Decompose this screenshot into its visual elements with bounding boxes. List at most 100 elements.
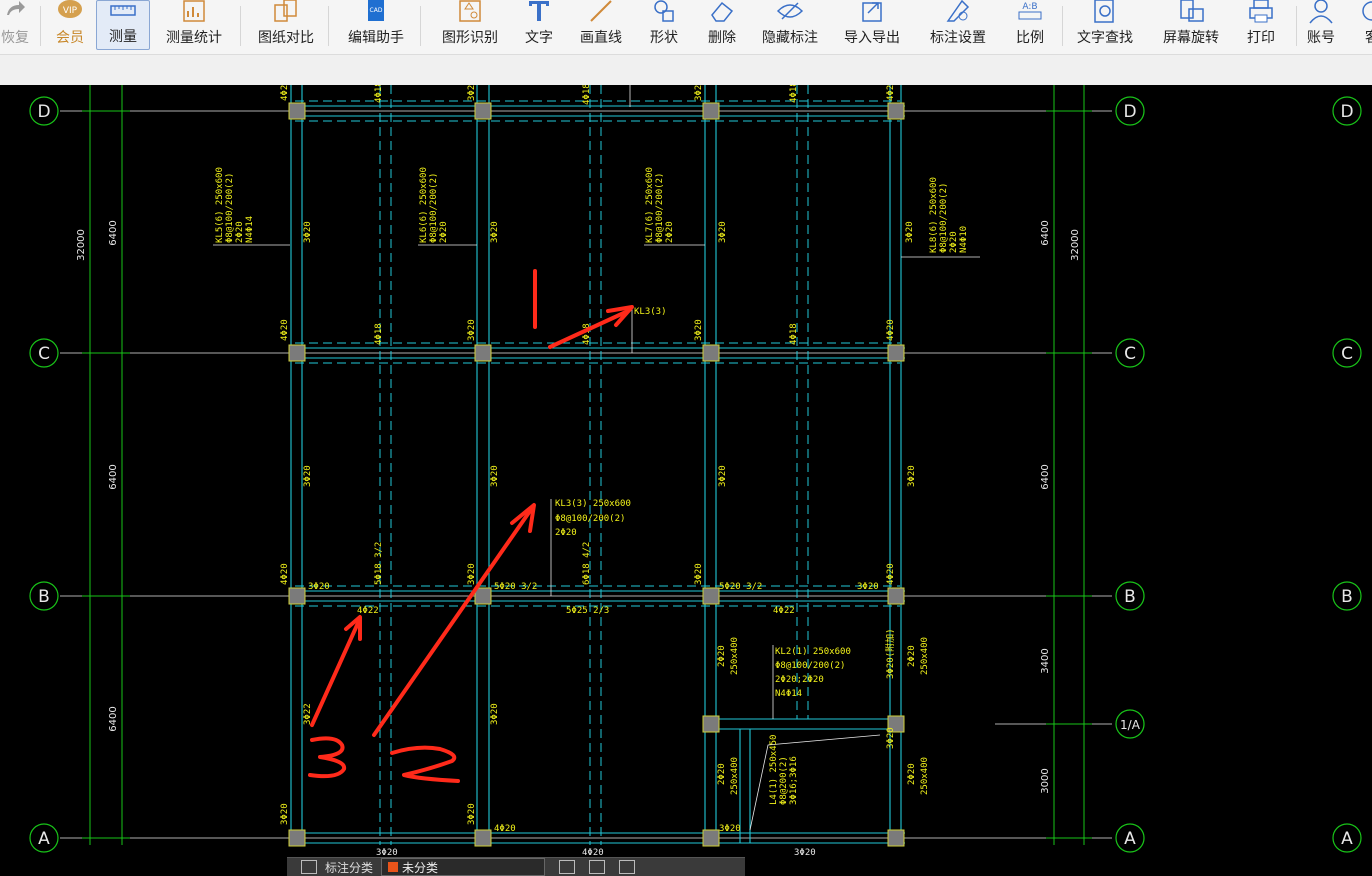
toolbar-service-button[interactable]: 客 [1352, 0, 1372, 50]
axis-label-c-right: C [1124, 344, 1136, 364]
toolbar-account-button[interactable]: 账号 [1298, 0, 1344, 50]
rebar-a-1: 3Φ20 [280, 803, 290, 825]
rebar-dc-4: 3Φ20 [905, 221, 915, 243]
category-label: 标注分类 [325, 860, 374, 875]
rebar-ba-2: 3Φ20 [490, 703, 500, 725]
rebar-c-7: 4Φ20 [886, 319, 896, 341]
rebar-a-3: 4Φ20 [494, 824, 516, 834]
secondary-toolbar [0, 55, 1372, 85]
rebar-b-9: 3Φ20 [857, 582, 879, 592]
rebar-b-1: 4Φ20 [280, 563, 290, 585]
toolbar-label: 屏幕旋转 [1163, 30, 1219, 46]
svg-text:2Φ20: 2Φ20 [949, 231, 959, 253]
toolbar-measure-stats-button[interactable]: 测量统计 [158, 0, 230, 50]
category-select[interactable]: 未分类 [381, 858, 546, 876]
dim-left-total: 32000 [76, 229, 87, 261]
edit-icon[interactable] [559, 860, 576, 874]
rebar-dc-2: 3Φ20 [490, 221, 500, 243]
rebar-ba-3: 2Φ20 [717, 645, 727, 667]
beam-label-kl3: KL3(3) 250x600 Φ8@100/200(2) 2Φ20 [555, 499, 631, 538]
toolbar-screen-rotate-button[interactable]: 屏幕旋转 [1154, 0, 1228, 50]
category-icon[interactable] [301, 860, 317, 874]
category-select-value: 未分类 [402, 860, 439, 875]
rebar-b-8: 5Φ20 3/2 [719, 582, 762, 592]
service-icon [1358, 0, 1372, 30]
axis-label-a-left: A [38, 829, 50, 849]
toolbar-ruler-button[interactable]: 测量 [96, 0, 150, 50]
leader-lines [213, 85, 980, 831]
toolbar-text-button[interactable]: 文字 [516, 0, 562, 50]
toolbar-eye-hide-button[interactable]: 隐藏标注 [754, 0, 826, 50]
axis-label-b-right: B [1124, 587, 1136, 607]
rebar-a-4: 3Φ20 [719, 824, 741, 834]
toolbar-separator [1296, 6, 1297, 46]
rebar-b-bot-3: 4Φ22 [773, 606, 795, 616]
rebar-a-bot-3: 3Φ20 [794, 848, 816, 858]
drawing-canvas[interactable]: D D D C C C B B B 1/A A A A 32000 6400 6… [0, 85, 1372, 876]
rebar-ba-7b: 250x400 [920, 757, 930, 795]
redo-icon [1, 0, 29, 30]
screen-rotate-icon [1177, 0, 1205, 30]
toolbar-label: 删除 [708, 30, 736, 46]
toolbar-shape-recognize-button[interactable]: 图形识别 [432, 0, 508, 50]
toolbar-scale-button[interactable]: A:B 比例 [1008, 0, 1052, 50]
rebar-b-5: 5Φ20 3/2 [494, 582, 537, 592]
shape-icon [650, 0, 678, 30]
axis-label-a-right: A [1124, 829, 1136, 849]
rebar-d-2: 4Φ18 [374, 85, 384, 103]
copy-icon[interactable] [619, 860, 636, 874]
rebar-ba-3b: 250x400 [730, 637, 740, 675]
svg-text:Φ8@100/200(2): Φ8@100/200(2) [655, 173, 665, 243]
axis-label-d-far: D [1340, 102, 1353, 122]
vip-icon: VIP [56, 0, 84, 30]
upload-icon[interactable] [589, 860, 606, 874]
toolbar-redo-button[interactable]: 恢复 [0, 0, 30, 50]
svg-text:KL2(1) 250x600: KL2(1) 250x600 [775, 647, 851, 657]
toolbar-label: 测量统计 [166, 30, 222, 46]
measure-stats-icon [180, 0, 208, 30]
toolbar-vip-button[interactable]: VIP 会员 [50, 0, 90, 50]
toolbar-label: 客 [1365, 30, 1372, 46]
toolbar-label: 图纸对比 [258, 30, 314, 46]
beam-label-kl3-short: KL3(3) [634, 307, 667, 317]
toolbar-eraser-button[interactable]: 删除 [700, 0, 744, 50]
text-icon [525, 0, 553, 30]
toolbar-label: 图形识别 [442, 30, 498, 46]
beam-label-l4: L4(1) 250x450 Φ8@200(2) 3Φ16;3Φ16 [769, 735, 799, 805]
axis-label-d-right: D [1123, 102, 1136, 122]
toolbar-label: 账号 [1307, 30, 1335, 46]
toolbar-printer-button[interactable]: 打印 [1238, 0, 1284, 50]
svg-text:Φ8@100/200(2): Φ8@100/200(2) [775, 661, 845, 671]
svg-text:Φ8@200(2): Φ8@200(2) [779, 756, 789, 805]
eye-hide-icon [776, 0, 804, 30]
rebar-d-7: 4Φ20 [886, 85, 896, 101]
ruler-icon [109, 0, 137, 29]
annotation-category-bar: 标注分类 未分类 [287, 857, 745, 876]
svg-text:2Φ20;2Φ20: 2Φ20;2Φ20 [775, 675, 824, 685]
toolbar-annotation-settings-button[interactable]: 标注设置 [922, 0, 994, 50]
rebar-c-5: 3Φ20 [694, 319, 704, 341]
toolbar-shape-button[interactable]: 形状 [640, 0, 688, 50]
toolbar-label: 导入导出 [844, 30, 900, 46]
axis-label-1a-right: 1/A [1120, 718, 1141, 732]
toolbar-separator [40, 6, 41, 46]
rebar-ba-8: 3Φ20 [886, 727, 896, 749]
svg-text:L4(1) 250x450: L4(1) 250x450 [769, 735, 779, 805]
toolbar-label: 比例 [1016, 30, 1044, 46]
toolbar-compare-button[interactable]: 图纸对比 [250, 0, 322, 50]
category-color-swatch [388, 862, 399, 872]
dim-right-cb: 6400 [1040, 464, 1051, 489]
annotation-settings-icon [944, 0, 972, 30]
svg-text:Φ8@100/200(2): Φ8@100/200(2) [555, 514, 625, 524]
svg-text:N4Φ10: N4Φ10 [959, 226, 969, 253]
toolbar-line-button[interactable]: 画直线 [572, 0, 630, 50]
svg-text:KL7(6) 250x600: KL7(6) 250x600 [645, 167, 655, 243]
axis-label-d-left: D [37, 102, 50, 122]
toolbar-label: 画直线 [580, 30, 622, 46]
toolbar-import-export-button[interactable]: 导入导出 [836, 0, 908, 50]
svg-text:N4Φ14: N4Φ14 [245, 216, 255, 243]
toolbar-text-search-button[interactable]: 文字查找 [1068, 0, 1142, 50]
toolbar-cad-edit-button[interactable]: CAD 编辑助手 [340, 0, 412, 50]
toolbar-separator [420, 6, 421, 46]
dim-right-dc: 6400 [1040, 220, 1051, 245]
